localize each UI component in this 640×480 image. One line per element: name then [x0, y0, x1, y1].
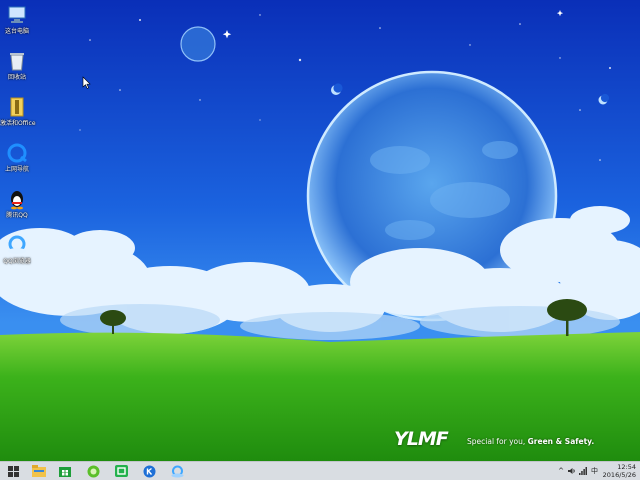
- desktop: 这台电脑 回收站 激活和Office 上网导航 腾讯QQ QQ浏览器 YLMF …: [0, 0, 640, 461]
- windows-start-icon: [7, 465, 19, 477]
- desktop-icon-activation[interactable]: 激活和Office: [0, 96, 36, 140]
- desktop-icon-qq[interactable]: 腾讯QQ: [0, 188, 34, 232]
- file-explorer-icon: [32, 465, 46, 477]
- desktop-icon-label: 回收站: [7, 74, 26, 81]
- windows-store-icon: [59, 467, 71, 477]
- this-pc-icon: [8, 6, 26, 23]
- desktop-icon-web-navigation[interactable]: 上网导航: [0, 142, 34, 186]
- k-app-icon: [143, 465, 155, 477]
- volume-icon: [568, 468, 575, 474]
- desktop-icon-this-pc[interactable]: 这台电脑: [0, 4, 34, 48]
- qq-penguin-icon: [11, 191, 23, 210]
- tray-network[interactable]: [578, 462, 588, 480]
- slogan-prefix: Special for you,: [467, 437, 528, 446]
- green-app-icon: [87, 465, 99, 477]
- desktop-icon-label: 这台电脑: [4, 28, 29, 35]
- taskbar-qq-browser[interactable]: [164, 462, 190, 480]
- taskbar-store[interactable]: [52, 462, 78, 480]
- ylmf-slogan: Special for you, Green & Safety.: [467, 437, 594, 446]
- taskbar-iqiyi[interactable]: [108, 462, 134, 480]
- desktop-icon-label: 腾讯QQ: [6, 212, 28, 219]
- taskbar: ^ 中 12:54 2016/5/26: [0, 461, 640, 480]
- tray-overflow-chevron[interactable]: ^: [556, 462, 566, 480]
- web-navigation-icon: [7, 143, 27, 163]
- desktop-icon-qq-browser[interactable]: QQ浏览器: [0, 234, 34, 278]
- desktop-icon-label: 上网导航: [4, 166, 29, 173]
- iqiyi-icon: [114, 465, 128, 477]
- start-button[interactable]: [0, 462, 26, 480]
- ylmf-logo: YLMF: [394, 428, 449, 450]
- qq-browser-icon: [171, 465, 183, 477]
- taskbar-k-app[interactable]: [136, 462, 162, 480]
- taskbar-clock[interactable]: 12:54 2016/5/26: [603, 463, 636, 479]
- activation-folder-icon: [10, 97, 24, 117]
- recycle-bin-icon: [10, 53, 24, 71]
- desktop-icon-label: QQ浏览器: [3, 258, 31, 265]
- taskbar-file-explorer[interactable]: [26, 462, 52, 480]
- tray-ime[interactable]: 中: [589, 462, 600, 480]
- clock-time: 12:54: [617, 463, 636, 471]
- tray-volume[interactable]: [567, 462, 577, 480]
- wallpaper: [0, 0, 640, 461]
- slogan-bold: Green & Safety.: [527, 437, 595, 446]
- desktop-icon-label: 激活和Office: [0, 120, 36, 127]
- taskbar-green-app[interactable]: [80, 462, 106, 480]
- network-icon: [579, 467, 587, 475]
- clock-date: 2016/5/26: [602, 471, 636, 479]
- qq-browser-icon: [8, 235, 26, 254]
- desktop-icon-recycle-bin[interactable]: 回收站: [0, 50, 34, 94]
